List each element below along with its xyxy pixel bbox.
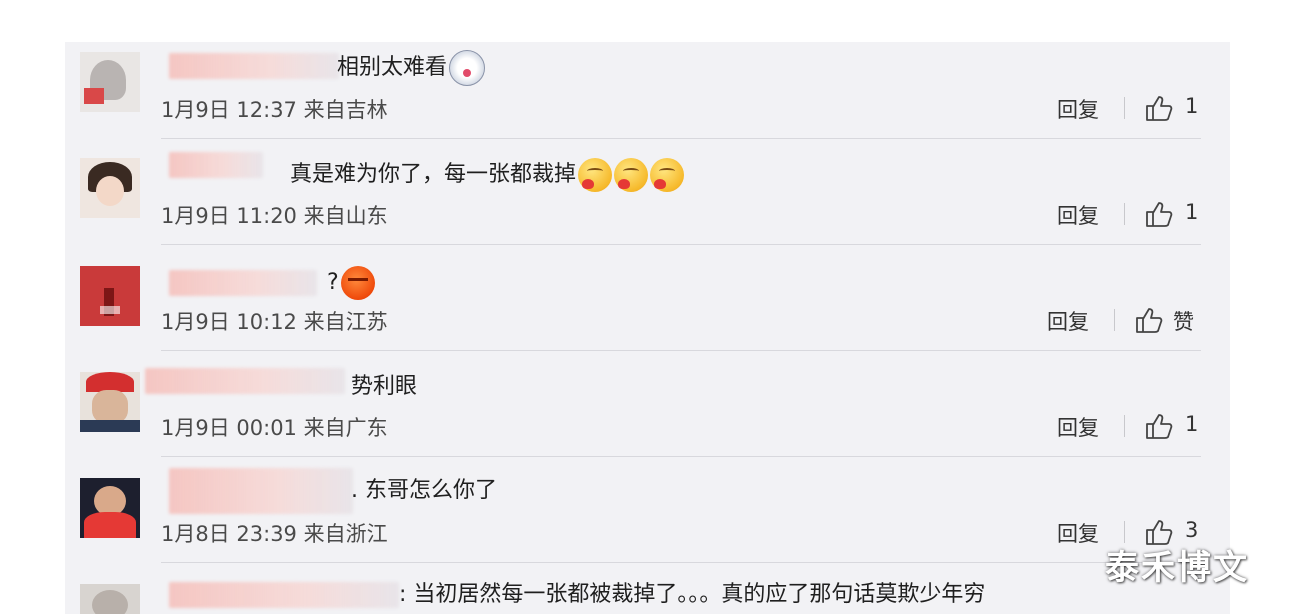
comment-list: 相别太难看 1月9日 12:37 来自吉林 回复 1 真是难为你了，每一张都裁掉… [65, 42, 1230, 614]
reply-button[interactable]: 回复 [1057, 518, 1099, 548]
reply-button[interactable]: 回复 [1057, 94, 1099, 124]
like-count: 1 [1185, 94, 1199, 118]
divider-vertical [1124, 203, 1125, 225]
thumbs-up-icon[interactable] [1145, 412, 1175, 440]
divider-vertical [1114, 309, 1115, 331]
comment-text: 相别太难看 [337, 55, 448, 80]
comment-divider [161, 244, 1201, 245]
comment-text: . 东哥怎么你了 [351, 478, 497, 503]
comment-meta: 1月9日 10:12 来自江苏 [161, 310, 388, 334]
comment-divider [161, 562, 1201, 563]
divider-vertical [1124, 97, 1125, 119]
username-blurred[interactable] [145, 368, 345, 394]
reply-button[interactable]: 回复 [1057, 412, 1099, 442]
comment-text-row: : 当初居然每一张都被裁掉了。。。真的应了那句话莫欺少年穷 [399, 580, 985, 610]
avatar[interactable] [80, 478, 140, 538]
comment-text-row: . 东哥怎么你了 [351, 476, 497, 506]
comment-text-row: 势利眼 [351, 372, 417, 402]
comment-text-row: 相别太难看 [337, 50, 486, 86]
dog-face-emoji [449, 50, 486, 86]
comment-divider [161, 138, 1201, 139]
comment-text: 真是难为你了，每一张都裁掉 [290, 162, 577, 187]
comment-meta: 1月9日 11:20 来自山东 [161, 204, 388, 228]
avatar[interactable] [80, 266, 140, 326]
comment-text: : 当初居然每一张都被裁掉了。。。真的应了那句话莫欺少年穷 [399, 582, 986, 607]
divider-vertical [1124, 415, 1125, 437]
avatar[interactable] [80, 52, 140, 112]
kiss-face-emoji [578, 158, 613, 192]
avatar[interactable] [80, 584, 140, 614]
comment-divider [161, 456, 1201, 457]
kiss-face-emoji [650, 158, 685, 192]
like-count: 3 [1185, 518, 1199, 542]
username-blurred[interactable] [169, 468, 353, 514]
avatar[interactable] [80, 158, 140, 218]
comment-meta: 1月9日 00:01 来自广东 [161, 416, 388, 440]
thumbs-up-icon[interactable] [1145, 94, 1175, 122]
username-blurred[interactable] [169, 582, 399, 608]
reply-button[interactable]: 回复 [1047, 306, 1089, 336]
username-blurred[interactable] [169, 53, 339, 79]
angry-face-emoji [340, 266, 375, 300]
thumbs-up-icon[interactable] [1135, 306, 1165, 334]
comment-text-row: ? [327, 266, 375, 300]
username-blurred[interactable] [169, 152, 263, 178]
watermark-text: 泰禾博文 [1105, 548, 1249, 588]
like-count: 1 [1185, 200, 1199, 224]
comment-text-row: 真是难为你了，每一张都裁掉 [290, 158, 685, 192]
kiss-face-emoji [614, 158, 649, 192]
like-count: 1 [1185, 412, 1199, 436]
avatar[interactable] [80, 372, 140, 432]
comment-text: ? [327, 270, 339, 295]
comment-text: 势利眼 [351, 374, 418, 399]
comment-divider [161, 350, 1201, 351]
reply-button[interactable]: 回复 [1057, 200, 1099, 230]
comment-meta: 1月9日 12:37 来自吉林 [161, 98, 388, 122]
username-blurred[interactable] [169, 270, 317, 296]
thumbs-up-icon[interactable] [1145, 200, 1175, 228]
like-label[interactable]: 赞 [1173, 306, 1194, 336]
comment-meta: 1月8日 23:39 来自浙江 [161, 522, 388, 546]
